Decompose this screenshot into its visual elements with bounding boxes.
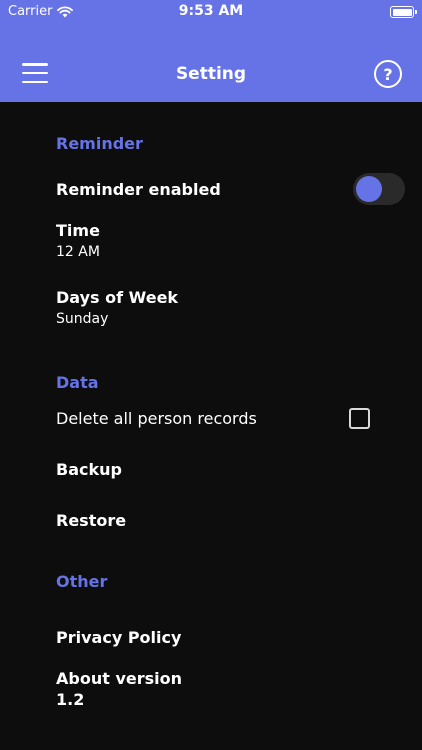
reminder-enabled-toggle[interactable] — [353, 173, 405, 205]
status-time: 9:53 AM — [178, 3, 244, 19]
app-header: Carrier 9:53 AM Setting ? — [0, 0, 422, 102]
delete-records-label: Delete all person records — [56, 409, 257, 428]
toggle-knob — [356, 176, 382, 202]
battery-level — [392, 8, 412, 16]
about-version-label: About version — [56, 669, 182, 688]
section-title-other: Other — [56, 572, 108, 591]
about-version-value: 1.2 — [56, 690, 85, 709]
battery-icon — [390, 6, 417, 18]
privacy-policy-link[interactable]: Privacy Policy — [56, 628, 181, 647]
days-of-week-value: Sunday — [56, 311, 109, 327]
delete-records-checkbox[interactable] — [349, 408, 370, 429]
question-circle-icon[interactable]: ? — [374, 60, 402, 88]
reminder-enabled-label: Reminder enabled — [56, 180, 221, 199]
status-bar: Carrier 9:53 AM — [0, 0, 422, 24]
restore-button[interactable]: Restore — [56, 511, 126, 530]
time-value: 12 AM — [56, 244, 100, 260]
settings-list: Reminder Reminder enabled Time 12 AM Day… — [0, 102, 422, 750]
days-of-week-label: Days of Week — [56, 288, 179, 307]
time-label: Time — [56, 221, 100, 240]
section-title-data: Data — [56, 373, 99, 392]
section-title-reminder: Reminder — [56, 134, 143, 153]
page-title: Setting — [175, 64, 247, 84]
backup-button[interactable]: Backup — [56, 460, 122, 479]
